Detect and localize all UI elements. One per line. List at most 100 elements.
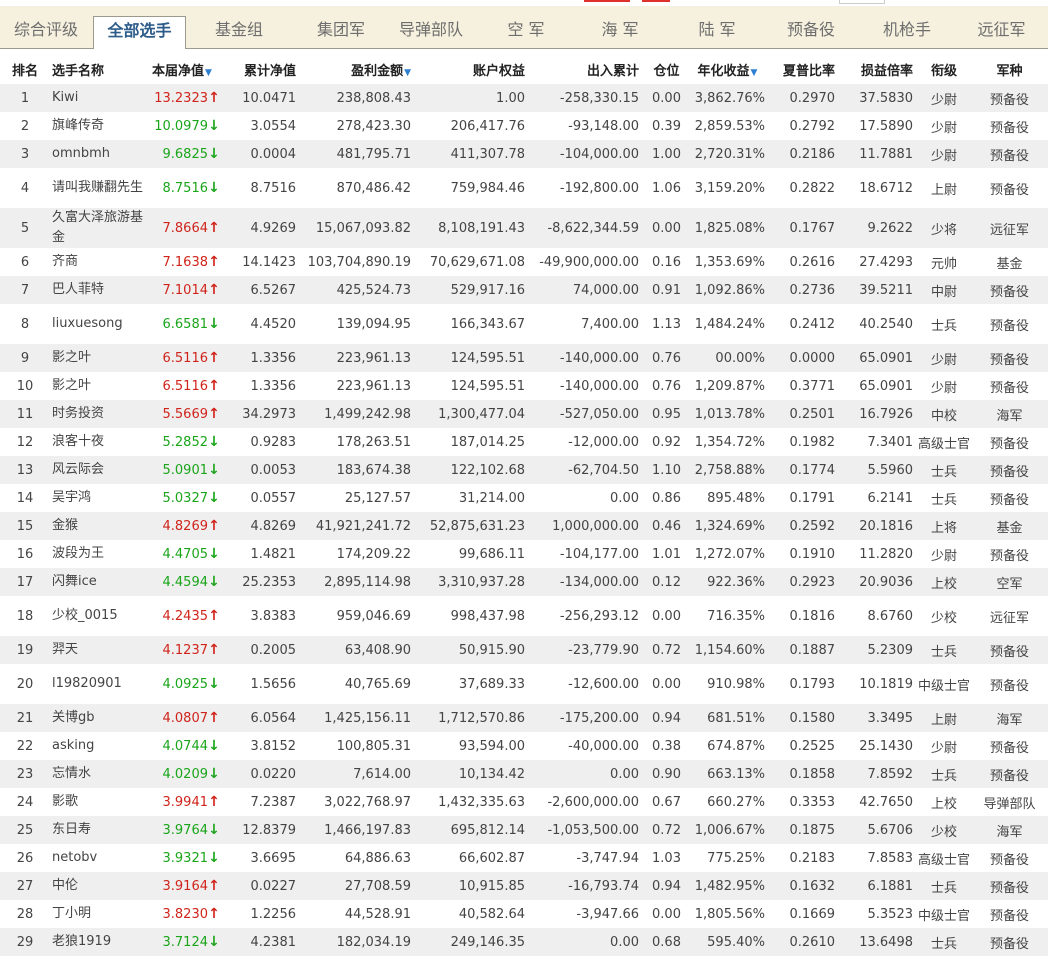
table-row[interactable]: 6 齐商 7.1638↑ 14.1423 103,704,890.19 70,629,67… <box>0 248 1048 276</box>
sharpe-cell: 0.2792 <box>769 112 839 140</box>
player-name-link[interactable]: 少校_0015 <box>50 596 148 636</box>
current-nav-cell: 3.7124↓ <box>148 928 220 956</box>
player-name-link[interactable]: 关博gb <box>50 704 148 732</box>
table-row[interactable]: 28 丁小明 3.8230↑ 1.2256 44,528.91 40,582.64 -3,9… <box>0 900 1048 928</box>
tab-1[interactable]: 综合评级 <box>0 16 92 46</box>
player-name-link[interactable]: 风云际会 <box>50 456 148 484</box>
player-name-link[interactable]: 东日寿 <box>50 816 148 844</box>
tab-10[interactable]: 机枪手 <box>857 16 957 46</box>
sort-desc-icon[interactable]: ▼ <box>404 68 411 78</box>
player-name-link[interactable]: 巴人菲特 <box>50 276 148 304</box>
rank-cell: 8 <box>0 304 50 344</box>
player-name-link[interactable]: netobv <box>50 844 148 872</box>
player-name-link[interactable]: 吴宇鸿 <box>50 484 148 512</box>
player-name-link[interactable]: Kiwi <box>50 84 148 112</box>
player-name-link[interactable]: asking <box>50 732 148 760</box>
table-row[interactable]: 21 关博gb 4.0807↑ 6.0564 1,425,156.11 1,712,570… <box>0 704 1048 732</box>
table-row[interactable]: 14 吴宇鸿 5.0327↓ 0.0557 25,127.57 31,214.00 0.00… <box>0 484 1048 512</box>
player-name-link[interactable]: 久富大泽旅游基金 <box>50 208 148 248</box>
player-name-link[interactable]: 影之叶 <box>50 344 148 372</box>
player-name-link[interactable]: 老狼1919 <box>50 928 148 956</box>
table-row[interactable]: 17 闪舞ice 4.4594↓ 25.2353 2,895,114.98 3,310,9… <box>0 568 1048 596</box>
table-row[interactable]: 15 金猴 4.8269↑ 4.8269 41,921,241.72 52,875,631… <box>0 512 1048 540</box>
arrow-down-icon: ↓ <box>208 676 220 692</box>
current-nav-cell: 5.0901↓ <box>148 456 220 484</box>
sort-desc-icon[interactable]: ▼ <box>205 68 212 78</box>
table-row[interactable]: 24 影歌 3.9941↑ 7.2387 3,022,768.97 1,432,335.6… <box>0 788 1048 816</box>
table-row[interactable]: 13 风云际会 5.0901↓ 0.0053 183,674.38 122,102.68-… <box>0 456 1048 484</box>
column-header-label: 选手名称 <box>52 63 105 79</box>
table-row[interactable]: 3 omnbmh 9.6825↓ 0.0004 481,795.71 411,307.78… <box>0 140 1048 168</box>
player-name-link[interactable]: 羿天 <box>50 636 148 664</box>
table-row[interactable]: 7 巴人菲特 7.1014↑ 6.5267 425,524.73 529,917.16 74… <box>0 276 1048 304</box>
table-row[interactable]: 2 旗峰传奇 10.0979↓ 3.0554 278,423.30 206,417.76-… <box>0 112 1048 140</box>
player-name-link[interactable]: l19820901 <box>50 664 148 704</box>
player-name-link[interactable]: 时务投资 <box>50 400 148 428</box>
profit-cell: 174,209.22 <box>300 540 415 568</box>
player-name-link[interactable]: 影歌 <box>50 788 148 816</box>
column-header[interactable]: 盈利金额▼ <box>300 54 415 84</box>
player-name-link[interactable]: 齐商 <box>50 248 148 276</box>
table-row[interactable]: 29 老狼1919 3.7124↓ 4.2381 182,034.19 249,146.3… <box>0 928 1048 956</box>
sharpe-cell: 0.2592 <box>769 512 839 540</box>
rank-title-cell: 少校 <box>917 596 971 636</box>
current-nav-cell: 10.0979↓ <box>148 112 220 140</box>
column-header-label: 出入累计 <box>586 63 639 79</box>
player-name-link[interactable]: omnbmh <box>50 140 148 168</box>
player-name-link[interactable]: liuxuesong <box>50 304 148 344</box>
player-name-link[interactable]: 波段为王 <box>50 540 148 568</box>
tab-11[interactable]: 远征军 <box>955 16 1048 46</box>
tab-5[interactable]: 导弹部队 <box>381 16 481 46</box>
column-header[interactable]: 本届净值▼ <box>148 54 220 84</box>
table-row[interactable]: 26 netobv 3.9321↓ 3.6695 64,886.63 66,602.87-… <box>0 844 1048 872</box>
tab-2[interactable]: 全部选手 <box>93 16 186 49</box>
player-name-link[interactable]: 旗峰传奇 <box>50 112 148 140</box>
branch-cell: 预备役 <box>971 900 1048 928</box>
rank-title-cell: 少尉 <box>917 84 971 112</box>
tab-3[interactable]: 基金组 <box>188 16 290 46</box>
table-row[interactable]: 10 影之叶 6.5116↑ 1.3356 223,961.13 124,595.51 -1… <box>0 372 1048 400</box>
player-name-link[interactable]: 浪客十夜 <box>50 428 148 456</box>
table-row[interactable]: 11 时务投资 5.5669↑ 34.2973 1,499,242.98 1,300,47… <box>0 400 1048 428</box>
annual-return-cell: 1,484.24% <box>690 304 769 344</box>
net-flow-cell: 74,000.00 <box>529 276 643 304</box>
arrow-down-icon: ↓ <box>208 934 220 950</box>
table-row[interactable]: 27 中伦 3.9164↑ 0.0227 27,708.59 10,915.85 -16,7… <box>0 872 1048 900</box>
player-name-link[interactable]: 影之叶 <box>50 372 148 400</box>
tab-7[interactable]: 海 军 <box>570 16 670 46</box>
table-row[interactable]: 19 羿天 4.1237↑ 0.2005 63,408.90 50,915.90 -23,7… <box>0 636 1048 664</box>
annual-return-cell: 660.27% <box>690 788 769 816</box>
table-row[interactable]: 12 浪客十夜 5.2852↓ 0.9283 178,263.51 187,014.25-… <box>0 428 1048 456</box>
equity-cell: 93,594.00 <box>415 732 529 760</box>
table-row[interactable]: 18 少校_0015 4.2435↑ 3.8383 959,046.69 998,437.… <box>0 596 1048 636</box>
rank-cell: 21 <box>0 704 50 732</box>
table-row[interactable]: 9 影之叶 6.5116↑ 1.3356 223,961.13 124,595.51 -14… <box>0 344 1048 372</box>
player-name-link[interactable]: 请叫我赚翻先生 <box>50 168 148 208</box>
player-name-link[interactable]: 中伦 <box>50 872 148 900</box>
tab-6[interactable]: 空 军 <box>476 16 576 46</box>
annual-return-cell: 1,272.07% <box>690 540 769 568</box>
tab-8[interactable]: 陆 军 <box>667 16 767 46</box>
table-row[interactable]: 4 请叫我赚翻先生 8.7516↓ 8.7516 870,486.42 759,984.4… <box>0 168 1048 208</box>
table-row[interactable]: 16 波段为王 4.4705↓ 1.4821 174,209.22 99,686.11 -1… <box>0 540 1048 568</box>
rank-title-cell: 中尉 <box>917 276 971 304</box>
tab-9[interactable]: 预备役 <box>761 16 861 46</box>
tab-4[interactable]: 集团军 <box>291 16 391 46</box>
column-header[interactable]: 年化收益▼ <box>690 54 769 84</box>
player-name-link[interactable]: 忘情水 <box>50 760 148 788</box>
table-row[interactable]: 20 l19820901 4.0925↓ 1.5656 40,765.69 37,689.… <box>0 664 1048 704</box>
player-name-link[interactable]: 闪舞ice <box>50 568 148 596</box>
table-row[interactable]: 1 Kiwi 13.2323↑ 10.0471 238,808.43 1.00 -258,3… <box>0 84 1048 112</box>
player-name-link[interactable]: 丁小明 <box>50 900 148 928</box>
arrow-down-icon: ↓ <box>208 546 220 562</box>
table-row[interactable]: 8 liuxuesong 6.6581↓ 4.4520 139,094.95 166,34… <box>0 304 1048 344</box>
sort-desc-icon[interactable]: ▼ <box>751 68 758 78</box>
table-row[interactable]: 23 忘情水 4.0209↓ 0.0220 7,614.00 10,134.42 0.00 0… <box>0 760 1048 788</box>
player-name-link[interactable]: 金猴 <box>50 512 148 540</box>
position-cell: 0.95 <box>643 400 690 428</box>
sharpe-cell: 0.2186 <box>769 140 839 168</box>
table-row[interactable]: 25 东日寿 3.9764↓ 12.8379 1,466,197.83 695,812.1… <box>0 816 1048 844</box>
equity-cell: 249,146.35 <box>415 928 529 956</box>
table-row[interactable]: 22 asking 4.0744↓ 3.8152 100,805.31 93,594.00… <box>0 732 1048 760</box>
table-row[interactable]: 5 久富大泽旅游基金 7.8664↑ 4.9269 15,067,093.82 8,108… <box>0 208 1048 248</box>
